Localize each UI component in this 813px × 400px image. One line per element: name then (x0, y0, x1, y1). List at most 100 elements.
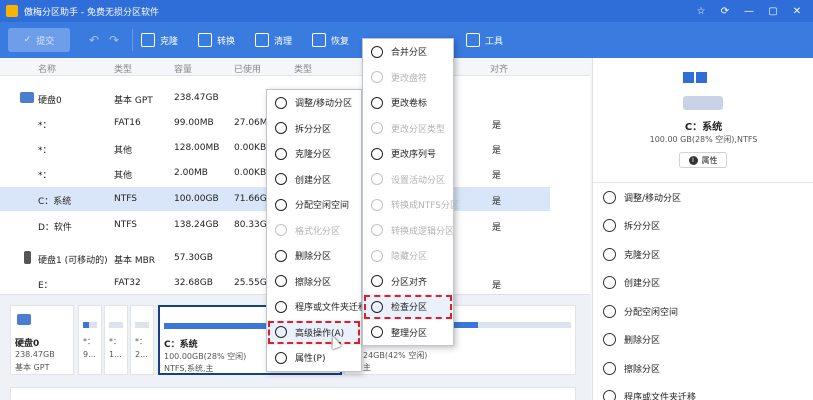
menu-check[interactable]: 检查分区 (363, 294, 453, 320)
op-delete[interactable]: 删除分区 (593, 326, 813, 355)
menu-merge[interactable]: 合并分区 (363, 39, 453, 65)
menu-label: 拆分分区 (295, 124, 332, 135)
op-migrate[interactable]: 程序或文件夹迁移 (593, 383, 813, 400)
op-split[interactable]: 拆分分区 (593, 212, 813, 241)
menu-properties[interactable]: 属性(P) (267, 345, 361, 371)
cell-type: 其他 (114, 146, 133, 156)
wipe-icon (603, 361, 616, 375)
toolbar-label: 恢复 (331, 36, 350, 47)
cell-used: 0.00KB (234, 168, 267, 178)
menu-label: 格式化分区 (295, 226, 341, 237)
title-bar: 傲梅分区助手 - 免费无损分区软件 ☆ ⟳ — ▢ ✕ (0, 0, 813, 22)
app-logo-icon (6, 5, 18, 17)
menu-resize[interactable]: 调整/移动分区 (267, 90, 361, 116)
menu-wipe[interactable]: 擦除分区 (267, 269, 361, 295)
cell-type: NTFS (114, 220, 137, 230)
delete-icon (603, 333, 616, 347)
partition-card-small[interactable]: *： 1... (104, 305, 128, 375)
menu-convert-logical: 转换成逻辑分区 (363, 218, 454, 244)
cell-name: D：软件 (38, 223, 72, 233)
disk0-card[interactable]: 硬盘0 238.47GB 基本 GPT (10, 305, 74, 375)
toolbar-convert-button[interactable]: 转换 (198, 33, 235, 47)
col-fs[interactable]: 类型 (294, 62, 312, 75)
redo-button[interactable]: ↷ (104, 33, 124, 47)
op-label: 创建分区 (624, 279, 661, 290)
create-icon (603, 276, 616, 290)
undo-button[interactable]: ↶ (84, 33, 104, 47)
operation-list: 调整/移动分区 拆分分区 克隆分区 创建分区 分配空闲空间 删除分区 擦除分区 … (593, 182, 813, 400)
menu-format: 格式化分区 (267, 218, 361, 244)
menu-label: 调整/移动分区 (295, 99, 353, 110)
col-used[interactable]: 已使用 (234, 62, 261, 75)
menu-advanced[interactable]: 高级操作(A) (267, 319, 361, 345)
menu-defrag[interactable]: 整理分区 (363, 320, 453, 346)
op-label: 拆分分区 (624, 222, 661, 233)
allocate-icon (603, 304, 616, 318)
window-title: 傲梅分区助手 - 免费无损分区软件 (24, 7, 159, 18)
menu-align[interactable]: 分区对齐 (363, 269, 453, 295)
col-type[interactable]: 类型 (114, 62, 132, 75)
op-resize[interactable]: 调整/移动分区 (593, 183, 813, 212)
partition-size: 2... (135, 350, 148, 359)
cell-type: 其他 (114, 171, 133, 181)
menu-split[interactable]: 拆分分区 (267, 116, 361, 142)
partition-card-small[interactable]: *： 2... (130, 305, 154, 375)
op-allocate[interactable]: 分配空闲空间 (593, 297, 813, 326)
partition-card-small[interactable]: *： 9... (78, 305, 102, 375)
toolbar-clean-button[interactable]: 清理 (255, 33, 292, 47)
cell-type: FAT16 (114, 118, 141, 128)
menu-clone[interactable]: 克隆分区 (267, 141, 361, 167)
clean-icon (255, 33, 270, 47)
serial-icon (371, 147, 383, 160)
restore-icon (312, 33, 327, 47)
toolbar-clone-button[interactable]: 克隆 (141, 33, 178, 47)
menu-label: 更改卷标 (391, 99, 428, 110)
partition-name: *： (109, 337, 121, 346)
usb-drive-icon (24, 251, 31, 264)
partition-size: 9... (83, 350, 96, 359)
active-icon (371, 173, 383, 186)
col-align[interactable]: 对齐 (490, 62, 508, 75)
check-icon: ✓ (23, 35, 32, 45)
hard-disk-icon (17, 314, 31, 325)
menu-create[interactable]: 创建分区 (267, 167, 361, 193)
minimize-button[interactable]: — (737, 0, 761, 22)
menu-serial[interactable]: 更改序列号 (363, 141, 453, 167)
disk-type: 基本 GPT (15, 363, 50, 372)
op-label: 擦除分区 (624, 364, 661, 375)
properties-label: 属性 (701, 155, 718, 165)
disk1-card[interactable] (10, 387, 576, 400)
col-capacity[interactable]: 容量 (174, 62, 192, 75)
toolbar-divider (132, 29, 133, 51)
op-wipe[interactable]: 擦除分区 (593, 354, 813, 383)
resize-icon (275, 96, 287, 109)
cell-name: 硬盘0 (38, 96, 62, 106)
panel-subtitle: 100.00 GB(28% 空闲),NTFS (649, 135, 758, 144)
col-name[interactable]: 名称 (38, 62, 56, 75)
maximize-button[interactable]: ▢ (761, 0, 785, 22)
commit-button[interactable]: ✓ 提交 (8, 28, 70, 52)
menu-migrate[interactable]: 程序或文件夹迁移 (267, 294, 367, 320)
close-button[interactable]: ✕ (785, 0, 809, 22)
properties-button[interactable]: i 属性 (679, 152, 727, 168)
menu-label-change[interactable]: 更改卷标 (363, 90, 453, 116)
op-clone[interactable]: 克隆分区 (593, 240, 813, 269)
favorite-button[interactable]: ☆ (689, 0, 713, 22)
refresh-button[interactable]: ⟳ (713, 0, 737, 22)
cell-type: 基本 GPT (114, 96, 153, 106)
toolbar-restore-button[interactable]: 恢复 (312, 33, 349, 47)
menu-allocate[interactable]: 分配空闲空间 (267, 192, 361, 218)
cell-name: 硬盘1 (可移动的) (38, 256, 108, 266)
allocate-icon (275, 198, 287, 211)
menu-delete[interactable]: 删除分区 (267, 243, 361, 269)
info-icon: i (688, 155, 698, 165)
partition-name: *： (135, 337, 147, 346)
cell-type: 基本 MBR (114, 256, 156, 266)
toolbar-tools-button[interactable]: 工具 (466, 33, 503, 47)
op-create[interactable]: 创建分区 (593, 269, 813, 298)
partition-size: 24GB(42% 空闲) (363, 351, 428, 360)
menu-label: 隐藏分区 (391, 252, 428, 263)
cell-name: C：系统 (38, 197, 72, 207)
drive-letter-icon (371, 71, 383, 84)
resize-icon (603, 190, 616, 204)
